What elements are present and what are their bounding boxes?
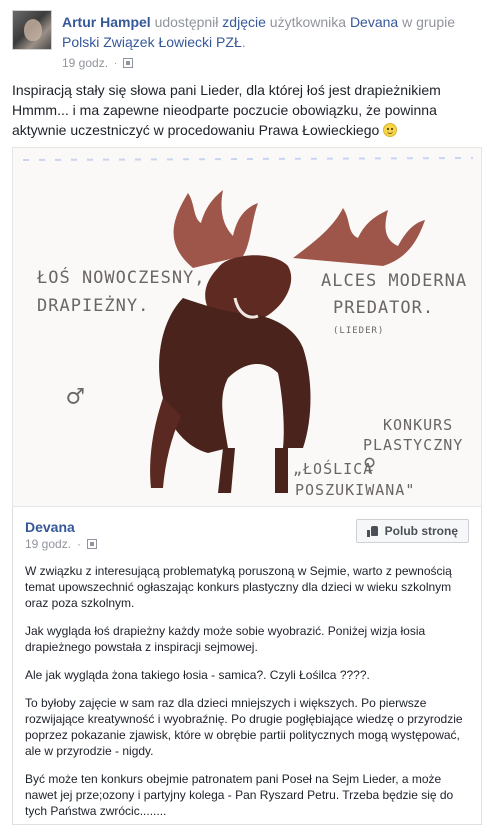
caption-right-1: ALCES MODERNA	[321, 271, 468, 291]
globe-icon[interactable]	[87, 539, 98, 549]
of-user-text: użytkownika	[269, 14, 347, 30]
shared-paragraph: Jak wygląda łoś drapieżny każdy może sob…	[25, 624, 426, 654]
contest-line-2: PLASTYCZNY	[363, 436, 464, 454]
photo-link[interactable]: zdjęcie	[222, 14, 266, 30]
post-meta: 19 godz. ·	[62, 56, 134, 70]
post-header-line: Artur Hampel udostępnił zdjęcie użytkown…	[62, 12, 482, 52]
caption-right-2: PREDATOR. (LIEDER)	[333, 298, 481, 338]
shared-meta: 19 godz. ·	[25, 537, 98, 551]
like-page-label: Polub stronę	[384, 524, 458, 538]
search-line-1: „ŁOŚLICA	[293, 460, 374, 478]
group-link[interactable]: Polski Związek Łowiecki PZŁ	[62, 34, 242, 50]
caption-right-note: (LIEDER)	[333, 326, 385, 336]
shared-paragraph: Ale jak wygląda żona takiego łosia - sam…	[25, 668, 370, 682]
search-line-2: POSZUKIWANA"	[295, 481, 416, 499]
male-symbol: ♂	[67, 380, 85, 413]
post-text-body: Inspiracją stały się słowa pani Lieder, …	[12, 82, 441, 138]
thumbs-up-icon	[366, 525, 379, 537]
shared-paragraph: W związku z interesującą problematyką po…	[25, 564, 452, 610]
group-dot: .	[241, 34, 246, 50]
source-user-link[interactable]: Devana	[350, 14, 398, 30]
shared-time[interactable]: 19 godz.	[25, 537, 71, 551]
caption-right-2-text: PREDATOR.	[333, 298, 435, 318]
shared-body: W związku z interesującą problematyką po…	[25, 563, 471, 831]
caption-left-1: ŁOŚ NOWOCZESNY,	[37, 268, 206, 288]
post-time[interactable]: 19 godz.	[62, 56, 108, 70]
shared-action-text: udostępnił	[154, 14, 219, 30]
shared-paragraph: Być może ten konkurs obejmie patronatem …	[25, 772, 454, 818]
meta-separator: ·	[114, 57, 118, 69]
female-symbol: ♀	[363, 453, 378, 478]
group-icon[interactable]	[123, 58, 134, 68]
shared-post: Devana 19 godz. · Polub stronę W związku…	[12, 507, 482, 825]
smile-icon	[383, 123, 398, 137]
meta-separator: ·	[77, 537, 82, 551]
avatar[interactable]	[12, 10, 52, 50]
post-header: Artur Hampel udostępnił zdjęcie użytkown…	[12, 10, 482, 70]
post-text: Inspiracją stały się słowa pani Lieder, …	[12, 80, 482, 140]
shared-paragraph: To byłoby zajęcie w sam raz dla dzieci m…	[25, 696, 463, 758]
contest-line-1: KONKURS	[383, 416, 454, 434]
caption-left-2: DRAPIEŻNY.	[37, 296, 150, 316]
shared-page-name[interactable]: Devana	[25, 519, 75, 535]
like-page-button[interactable]: Polub stronę	[355, 519, 469, 543]
in-group-text: w grupie	[402, 14, 456, 30]
shared-photo[interactable]: ŁOŚ NOWOCZESNY, DRAPIEŻNY. ALCES MODERNA…	[12, 147, 482, 507]
author-link[interactable]: Artur Hampel	[62, 14, 151, 30]
